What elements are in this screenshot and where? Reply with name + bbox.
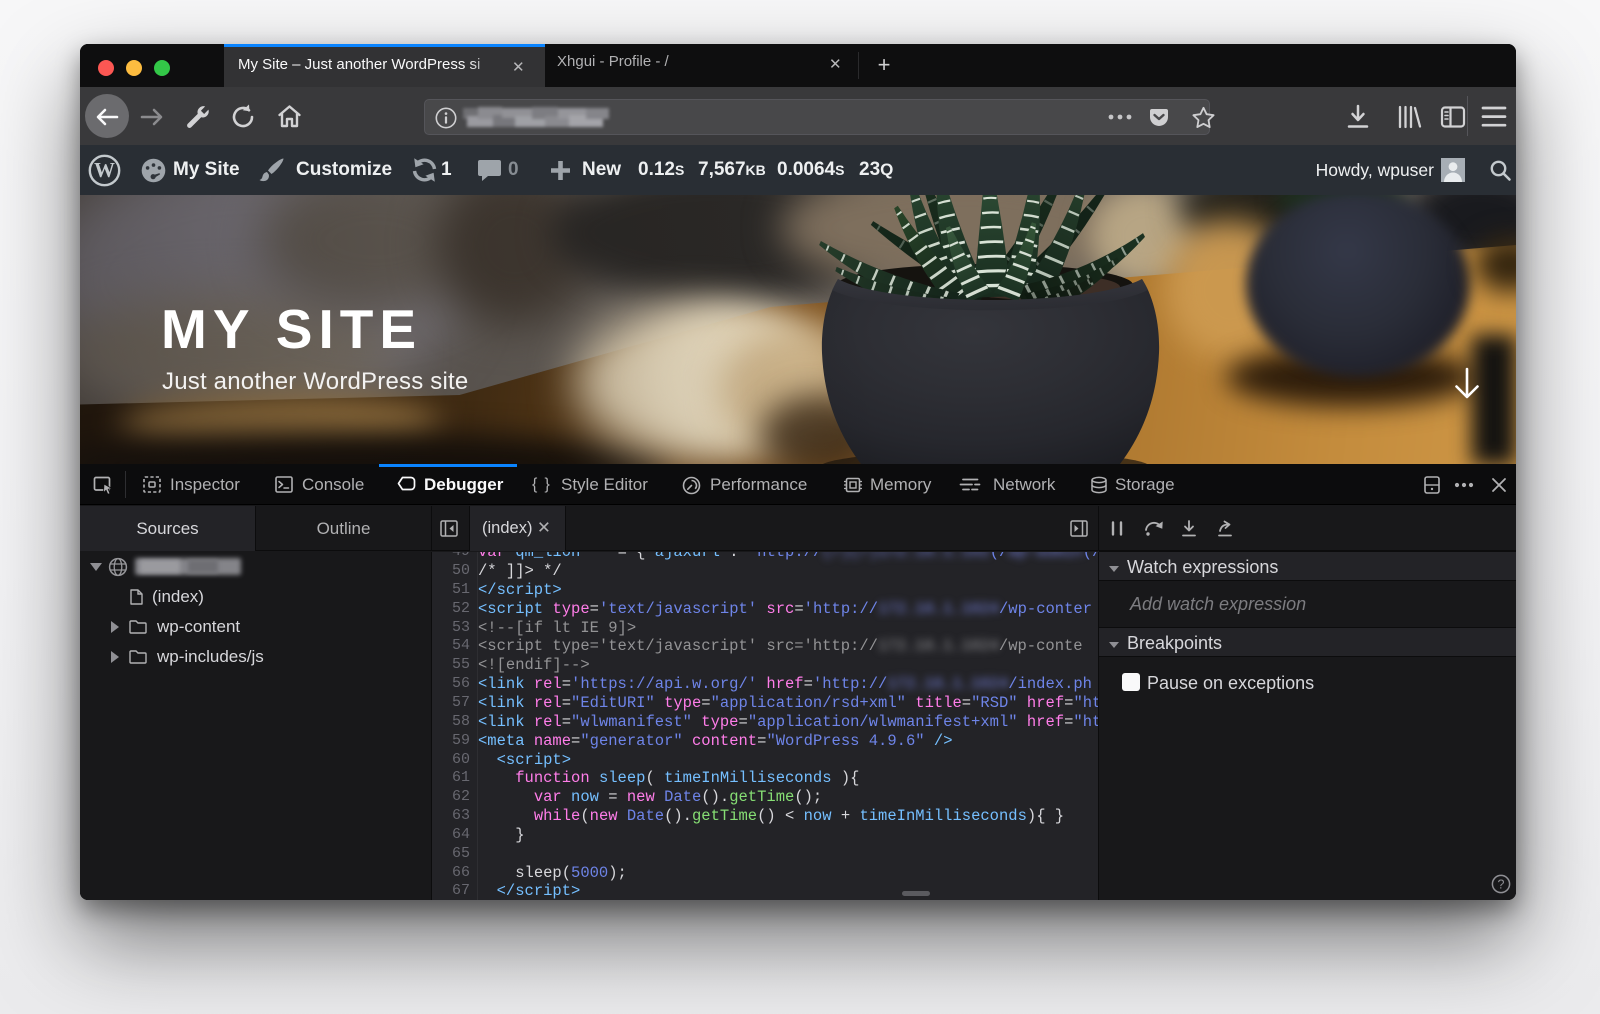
- svg-text:W: W: [94, 158, 115, 182]
- svg-text:?: ?: [1498, 878, 1505, 892]
